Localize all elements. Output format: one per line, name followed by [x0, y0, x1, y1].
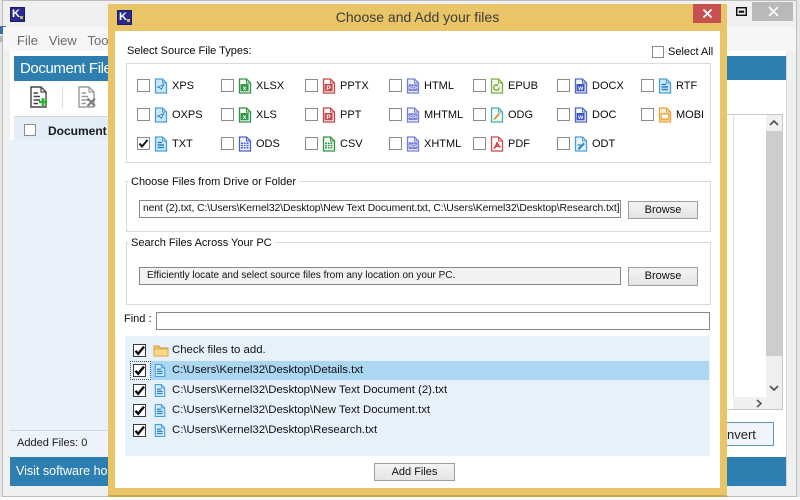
svg-text:</>: </> — [409, 144, 417, 150]
svg-text:w: w — [577, 114, 584, 121]
svg-text:x: x — [243, 85, 247, 92]
svg-text:w: w — [577, 85, 584, 92]
svg-text:P: P — [326, 85, 331, 92]
svg-text:</>: </> — [409, 86, 417, 92]
svg-text:P: P — [326, 114, 331, 121]
svg-text:x: x — [243, 114, 247, 121]
svg-text:</>: </> — [409, 115, 417, 121]
